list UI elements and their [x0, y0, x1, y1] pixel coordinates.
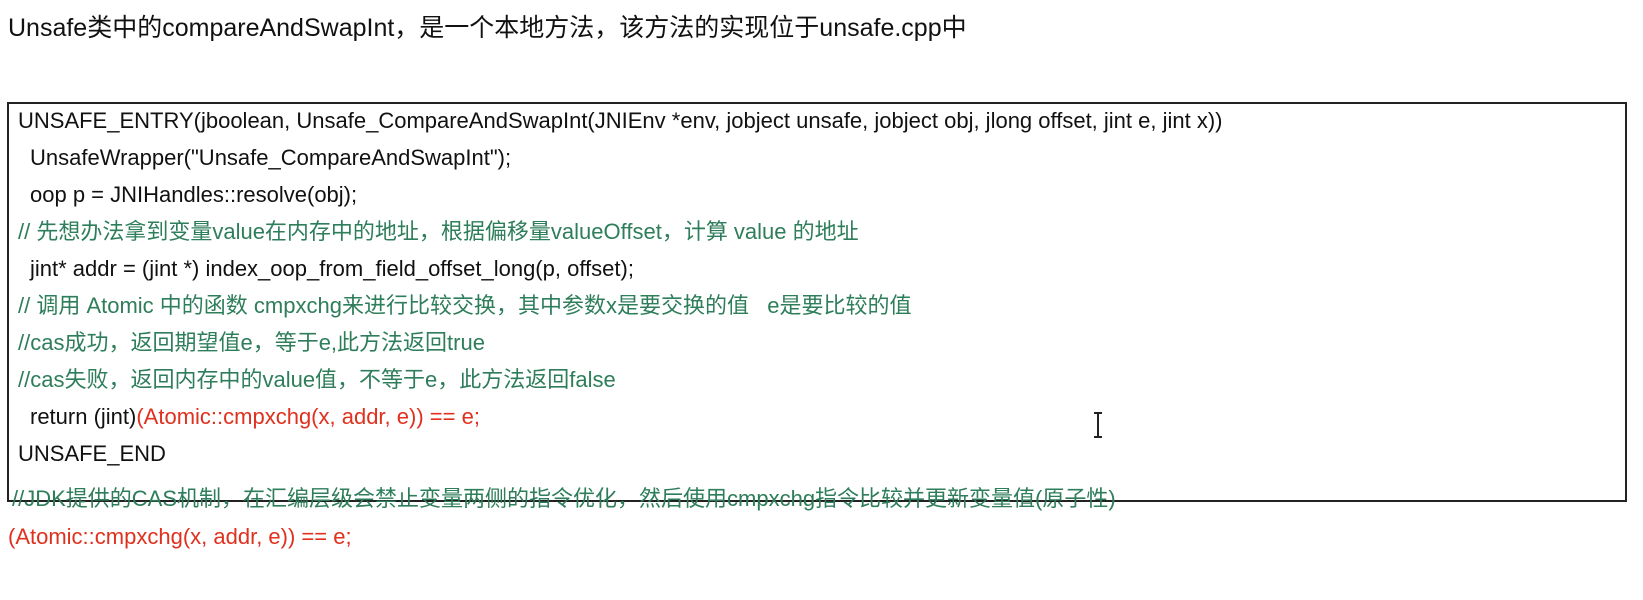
code-line-return: return (jint)(Atomic::cmpxchg(x, addr, e…: [18, 402, 480, 432]
code-line-wrapper: UnsafeWrapper("Unsafe_CompareAndSwapInt"…: [30, 145, 512, 170]
code-line-end: UNSAFE_END: [18, 441, 166, 466]
page-heading: Unsafe类中的compareAndSwapInt，是一个本地方法，该方法的实…: [8, 14, 967, 42]
code-line-addr: jint* addr = (jint *) index_oop_from_fie…: [30, 256, 634, 281]
return-cmpxchg-expression: (Atomic::cmpxchg(x, addr, e)) == e;: [136, 404, 480, 429]
code-line-resolve: oop p = JNIHandles::resolve(obj);: [30, 182, 358, 207]
footer-expression: (Atomic::cmpxchg(x, addr, e)) == e;: [8, 524, 352, 549]
code-comment-atomic: // 调用 Atomic 中的函数 cmpxchg来进行比较交换，其中参数x是要…: [18, 293, 912, 318]
footer-comment: //JDK提供的CAS机制，在汇编层级会禁止变量两侧的指令优化，然后使用cmpx…: [12, 486, 1116, 511]
code-comment-cas-success: //cas成功，返回期望值e，等于e,此方法返回true: [18, 330, 485, 355]
code-comment-cas-failure: //cas失败，返回内存中的value值，不等于e，此方法返回false: [18, 367, 616, 392]
code-comment-address: // 先想办法拿到变量value在内存中的地址，根据偏移量valueOffset…: [18, 219, 859, 244]
return-prefix: return (jint): [30, 404, 137, 429]
code-block: UNSAFE_ENTRY(jboolean, Unsafe_CompareAnd…: [7, 102, 1627, 502]
code-line-entry: UNSAFE_ENTRY(jboolean, Unsafe_CompareAnd…: [18, 108, 1223, 133]
text-cursor-icon: [1094, 412, 1102, 438]
